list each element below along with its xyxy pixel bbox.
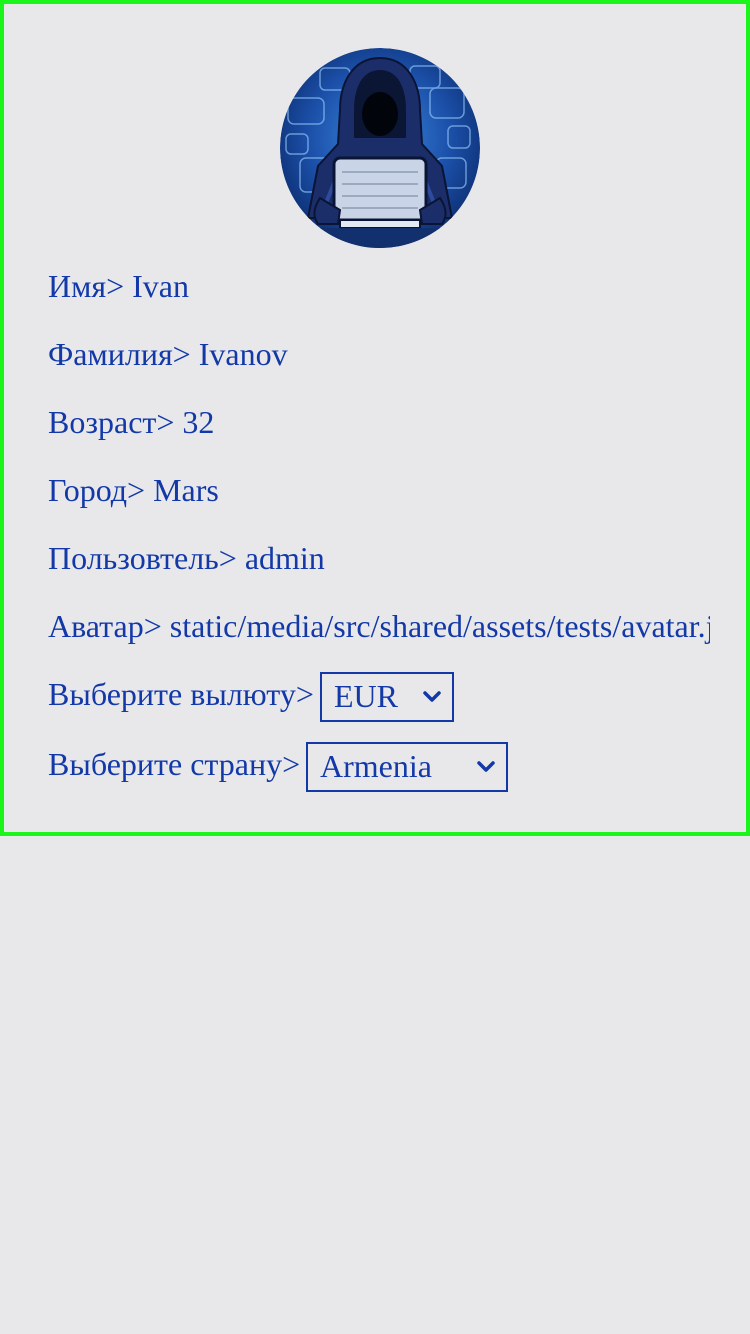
chevron-down-icon <box>423 691 441 702</box>
hacker-avatar-icon <box>280 48 480 248</box>
currency-selected-value: EUR <box>334 678 398 714</box>
currency-select[interactable]: EUR <box>320 672 454 722</box>
avatar-path-row: Аватар> static/media/src/shared/assets/te… <box>48 606 710 646</box>
country-selected-value: Armenia <box>320 748 432 784</box>
city-row: Город> Mars <box>48 470 219 510</box>
last-name-value: Ivanov <box>198 336 288 372</box>
age-row: Возраст> 32 <box>48 402 214 442</box>
city-value: Mars <box>153 472 219 508</box>
city-label: Город> <box>48 472 146 508</box>
first-name-value: Ivan <box>132 268 189 304</box>
user-value: admin <box>244 540 325 576</box>
avatar-path-label: Аватар> <box>48 608 162 644</box>
first-name-row: Имя> Ivan <box>48 266 189 306</box>
profile-card: Имя> Ivan Фамилия> Ivanov Возраст> 32 Город… <box>0 0 750 836</box>
age-value: 32 <box>182 404 215 440</box>
first-name-label: Имя> <box>48 268 125 304</box>
country-select[interactable]: Armenia <box>306 742 508 792</box>
chevron-down-icon <box>477 761 495 772</box>
currency-label: Выберите вылюту> <box>48 676 314 712</box>
avatar <box>280 48 480 248</box>
age-label: Возраст> <box>48 404 175 440</box>
user-label: Пользовтель> <box>48 540 237 576</box>
avatar-path-value: static/media/src/shared/assets/tests/ava… <box>169 608 710 644</box>
last-name-label: Фамилия> <box>48 336 191 372</box>
last-name-row: Фамилия> Ivanov <box>48 334 288 374</box>
country-label: Выберите страну> <box>48 746 301 782</box>
user-row: Пользовтель> admin <box>48 538 325 578</box>
